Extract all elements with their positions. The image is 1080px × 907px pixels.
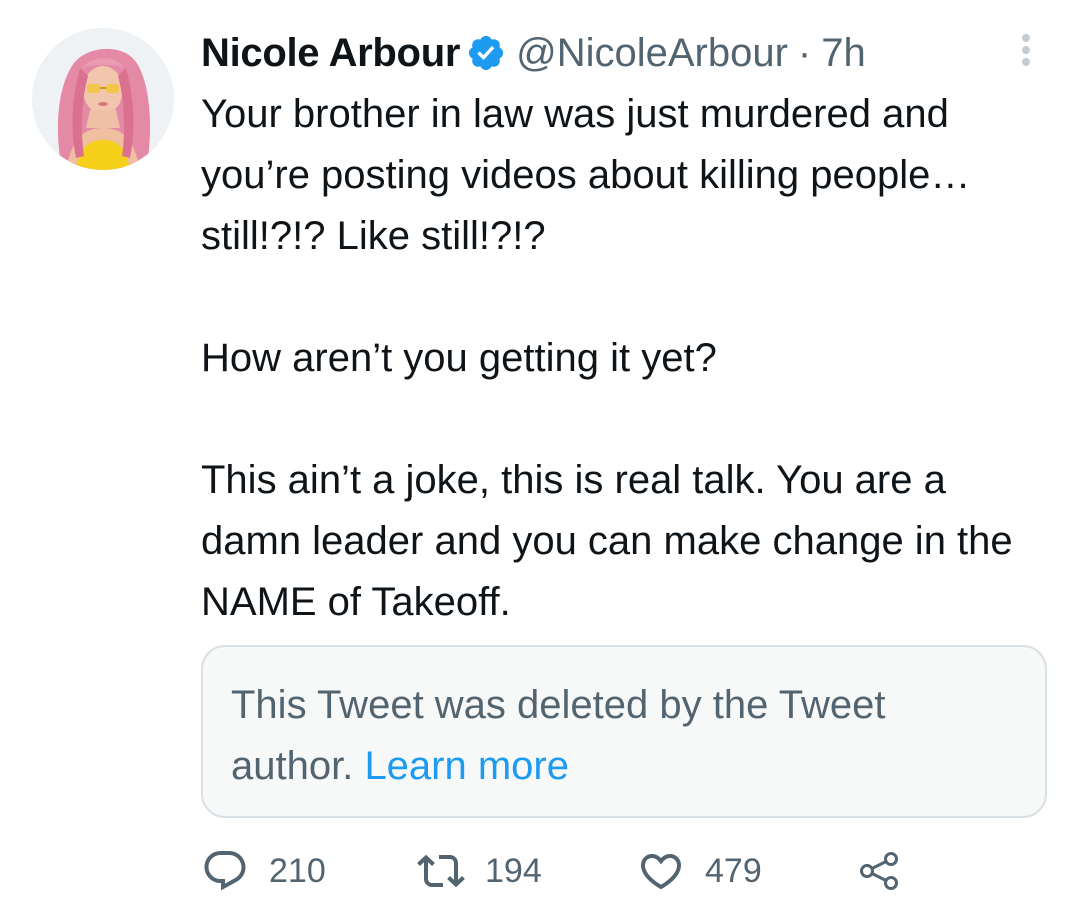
like-button[interactable]: 479 (637, 846, 762, 896)
tweet-paragraph: This ain’t a joke, this is real talk. Yo… (201, 458, 1013, 624)
avatar[interactable] (32, 28, 174, 170)
timestamp[interactable]: 7h (821, 31, 866, 76)
share-icon (860, 852, 898, 890)
retweet-count: 194 (485, 851, 542, 890)
retweet-button[interactable]: 194 (417, 846, 542, 896)
tweet[interactable]: Nicole Arbour @NicoleArbour · 7h Your br… (0, 0, 1080, 907)
verified-badge-icon (466, 33, 506, 73)
tweet-text: Your brother in law was just murdered an… (201, 84, 1051, 633)
like-count: 479 (705, 851, 762, 890)
author-handle[interactable]: @NicoleArbour (516, 31, 788, 76)
share-button[interactable] (855, 846, 903, 896)
tweet-header: Nicole Arbour @NicoleArbour · 7h (201, 26, 1021, 80)
author-display-name[interactable]: Nicole Arbour (201, 31, 460, 76)
reply-count: 210 (269, 851, 326, 890)
reply-button[interactable]: 210 (201, 846, 326, 896)
tweet-paragraph: How aren’t you getting it yet? (201, 336, 717, 380)
learn-more-link[interactable]: Learn more (364, 744, 569, 788)
tweet-actions: 210 194 479 (201, 846, 961, 896)
separator-dot: · (797, 30, 812, 75)
avatar-image (32, 28, 174, 170)
reply-icon (204, 851, 246, 891)
deleted-quote-tweet: This Tweet was deleted by the Tweet auth… (201, 645, 1047, 818)
retweet-icon (417, 854, 465, 888)
heart-icon (640, 854, 682, 890)
more-options-icon[interactable] (1012, 30, 1040, 70)
tweet-paragraph: Your brother in law was just murdered an… (201, 92, 971, 258)
